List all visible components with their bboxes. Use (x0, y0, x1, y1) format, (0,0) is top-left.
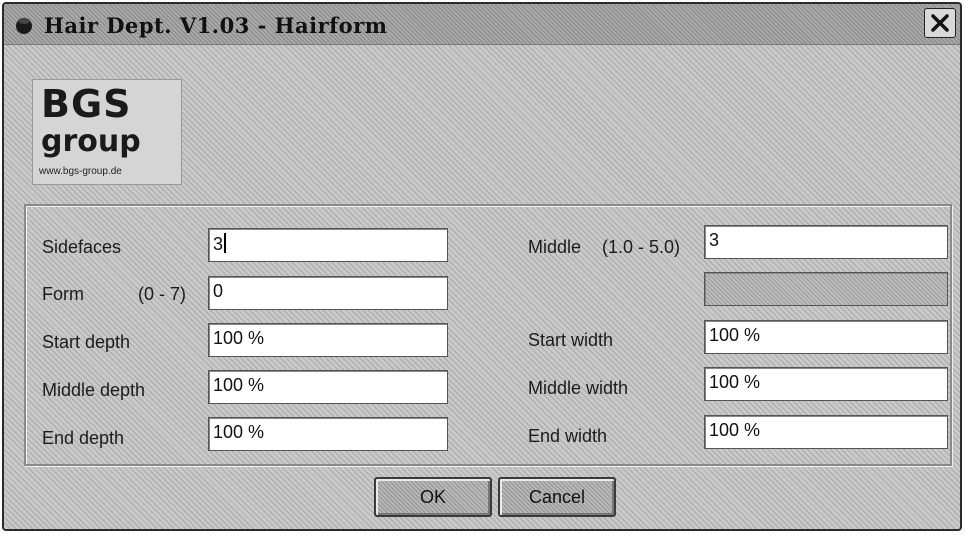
logo-url: www.bgs-group.de (39, 166, 122, 177)
middle-range-label: (1.0 - 5.0) (602, 237, 681, 257)
ok-button[interactable]: OK (374, 477, 492, 517)
disabled-field (704, 272, 948, 306)
close-icon (931, 14, 949, 32)
text-caret (224, 233, 227, 253)
middle-depth-input[interactable]: 100 % (208, 370, 448, 404)
end-depth-label: End depth (42, 428, 125, 448)
cancel-button-label: Cancel (528, 487, 586, 507)
app-icon (16, 18, 32, 34)
start-width-input[interactable]: 100 % (704, 320, 948, 354)
end-width-value: 100 % (709, 420, 761, 440)
window-title: Hair Dept. V1.03 - Hairform (44, 13, 388, 38)
logo-text-group: group (41, 124, 141, 159)
middle-width-value: 100 % (709, 372, 761, 392)
middle-width-label: Middle width (528, 378, 629, 398)
close-button[interactable] (924, 8, 956, 38)
middle-depth-value: 100 % (213, 375, 265, 395)
middle-label: Middle (528, 237, 582, 257)
form-value: 0 (213, 281, 224, 301)
sidefaces-input[interactable]: 3 (208, 228, 448, 262)
sidefaces-label: Sidefaces (42, 237, 122, 257)
title-bar[interactable]: Hair Dept. V1.03 - Hairform (4, 4, 960, 45)
start-depth-input[interactable]: 100 % (208, 323, 448, 357)
middle-width-input[interactable]: 100 % (704, 367, 948, 401)
bgs-group-logo: BGS group www.bgs-group.de (32, 79, 182, 185)
end-width-label: End width (528, 426, 608, 446)
end-depth-input[interactable]: 100 % (208, 417, 448, 451)
start-depth-value: 100 % (213, 328, 265, 348)
ok-button-label: OK (419, 487, 446, 507)
hairform-dialog: Hair Dept. V1.03 - Hairform BGS group ww… (2, 2, 962, 531)
middle-input[interactable]: 3 (704, 225, 948, 259)
middle-value: 3 (709, 230, 720, 250)
end-depth-value: 100 % (213, 422, 265, 442)
start-width-value: 100 % (709, 325, 761, 345)
middle-depth-label: Middle depth (42, 380, 146, 400)
start-depth-label: Start depth (42, 332, 131, 352)
form-input[interactable]: 0 (208, 276, 448, 310)
form-label: Form (42, 284, 84, 304)
sidefaces-value: 3 (213, 234, 224, 254)
form-range-label: (0 - 7) (138, 284, 187, 304)
end-width-input[interactable]: 100 % (704, 415, 948, 449)
start-width-label: Start width (528, 330, 614, 350)
cancel-button[interactable]: Cancel (498, 477, 616, 517)
logo-text-bgs: BGS (41, 82, 132, 126)
